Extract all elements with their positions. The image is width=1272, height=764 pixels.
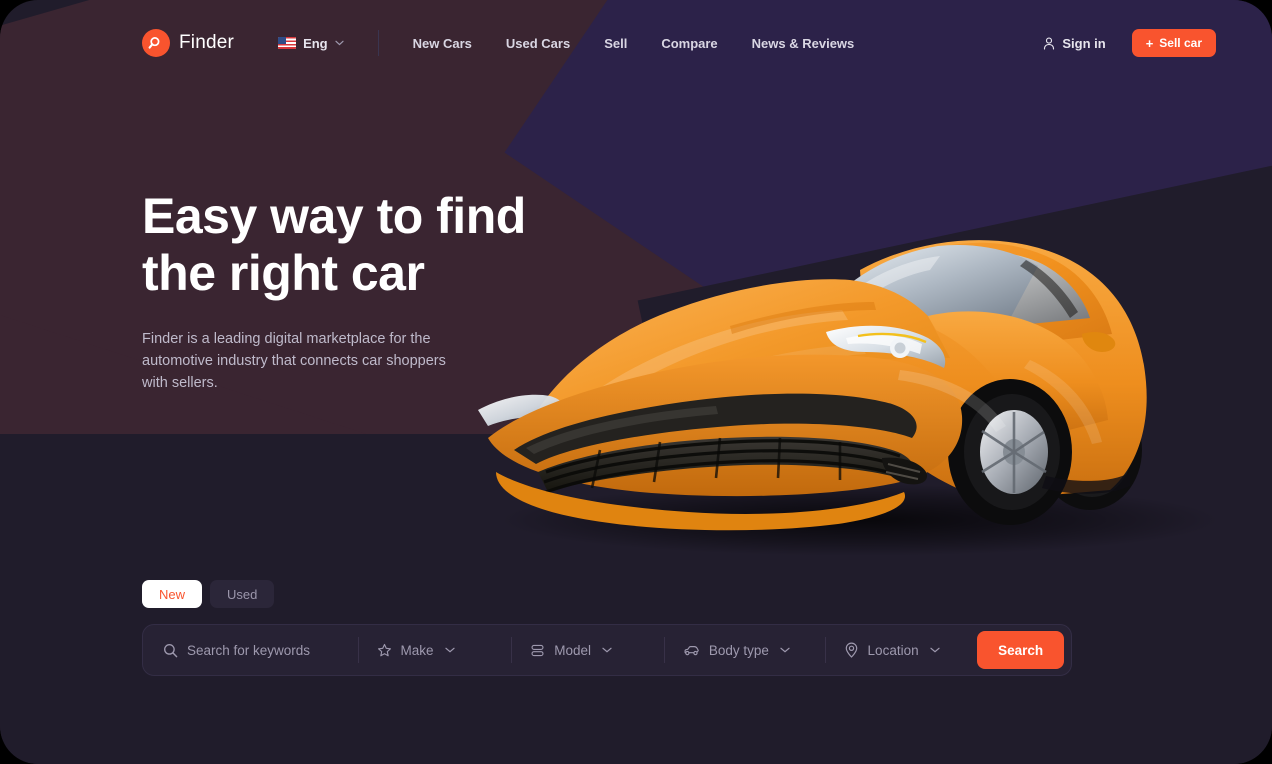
search-submit-button[interactable]: Search — [977, 631, 1064, 669]
search-icon — [163, 643, 178, 658]
star-icon — [377, 643, 392, 658]
us-flag-icon — [278, 37, 297, 49]
landing-page: Finder Eng New Cars Used Cars Sell Compa… — [0, 0, 1272, 764]
main-navigation: New Cars Used Cars Sell Compare News & R… — [413, 36, 855, 51]
nav-item-used-cars[interactable]: Used Cars — [506, 36, 570, 51]
model-dropdown[interactable]: Model — [512, 625, 664, 675]
make-dropdown[interactable]: Make — [359, 625, 512, 675]
sell-car-button[interactable]: + Sell car — [1131, 29, 1216, 57]
hero-subtitle: Finder is a leading digital marketplace … — [142, 331, 446, 391]
car-icon — [683, 643, 700, 658]
sign-in-button[interactable]: Sign in — [1043, 35, 1106, 51]
nav-item-news-reviews[interactable]: News & Reviews — [752, 36, 855, 51]
header-actions: Sign in + Sell car — [1043, 29, 1216, 57]
chevron-down-icon — [929, 647, 940, 653]
header-divider — [377, 30, 379, 56]
location-label: Location — [867, 642, 919, 658]
location-dropdown[interactable]: Location — [826, 625, 978, 675]
search-keywords-placeholder: Search for keywords — [187, 642, 311, 658]
nav-item-new-cars[interactable]: New Cars — [413, 36, 472, 51]
sign-in-label: Sign in — [1062, 35, 1106, 51]
logo-text: Finder — [179, 32, 235, 53]
language-selector[interactable]: Eng — [278, 36, 344, 51]
search-bar: Search for keywords Make Model Body type… — [142, 624, 1072, 676]
sell-car-label: Sell car — [1159, 36, 1202, 50]
search-keywords-field[interactable]: Search for keywords — [143, 625, 358, 675]
language-label: Eng — [303, 35, 328, 51]
hero-title-line-2: the right car — [142, 245, 425, 301]
logo[interactable]: Finder — [142, 29, 234, 57]
plus-icon: + — [1145, 35, 1154, 51]
site-header: Finder Eng New Cars Used Cars Sell Compa… — [0, 0, 1272, 86]
user-icon — [1043, 37, 1055, 50]
search-circle-icon — [142, 29, 170, 57]
nav-item-sell[interactable]: Sell — [604, 36, 627, 51]
chevron-down-icon — [335, 40, 344, 46]
hero-title-line-1: Easy way to find — [142, 188, 526, 244]
tab-used[interactable]: Used — [210, 580, 275, 608]
tab-new[interactable]: New — [142, 580, 203, 608]
hero-section: Easy way to find the right car Finder is… — [142, 188, 562, 394]
model-label: Model — [554, 642, 591, 658]
body-type-dropdown[interactable]: Body type — [665, 625, 825, 675]
condition-tabs: New Used — [142, 580, 275, 608]
layers-icon — [530, 643, 545, 658]
chevron-down-icon — [444, 647, 455, 653]
make-label: Make — [400, 642, 434, 658]
body-type-label: Body type — [708, 642, 769, 658]
chevron-down-icon — [602, 647, 612, 653]
nav-item-compare[interactable]: Compare — [661, 36, 717, 51]
chevron-down-icon — [780, 647, 790, 653]
map-pin-icon — [844, 642, 859, 658]
page-title: Easy way to find the right car — [142, 188, 562, 302]
